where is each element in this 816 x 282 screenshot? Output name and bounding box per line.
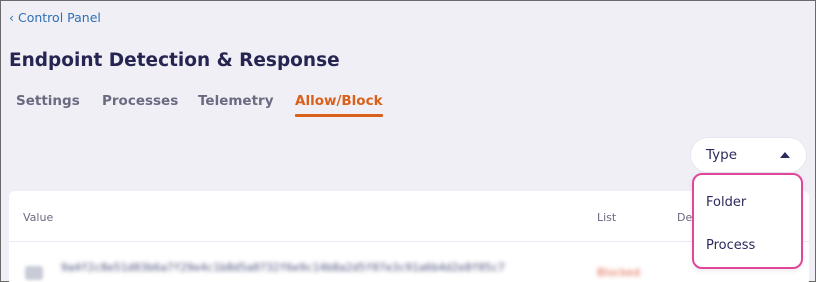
caret-up-icon [780, 152, 790, 158]
tab-processes[interactable]: Processes [102, 93, 178, 109]
tab-telemetry[interactable]: Telemetry [198, 93, 274, 109]
type-filter-label: Type [706, 147, 738, 163]
row-value-redacted: 9a4f2c8e51d03b6a7f29e4c1b8d5a0732f6e9c14… [61, 261, 505, 274]
allow-block-table: Value List De 9a4f2c8e51d03b6a7f29e4c1b8… [9, 191, 809, 282]
row-list-redacted: Blocked [597, 266, 641, 279]
breadcrumb-label: Control Panel [17, 10, 101, 25]
menu-item-process[interactable]: Process [706, 238, 755, 253]
menu-item-folder[interactable]: Folder [706, 195, 746, 210]
column-header-description[interactable]: De [677, 211, 692, 224]
column-header-list[interactable]: List [597, 211, 616, 224]
type-dropdown-menu: Folder Process [692, 173, 803, 269]
type-filter-select[interactable]: Type [691, 138, 806, 172]
tab-settings[interactable]: Settings [16, 93, 80, 109]
table-header-divider [9, 241, 809, 242]
chevron-left-icon: ‹ [9, 10, 14, 25]
file-icon [25, 266, 43, 280]
column-header-value[interactable]: Value [23, 211, 53, 224]
breadcrumb[interactable]: ‹ Control Panel [9, 10, 101, 25]
tab-allow-block[interactable]: Allow/Block [295, 93, 383, 117]
page-title: Endpoint Detection & Response [9, 50, 340, 71]
